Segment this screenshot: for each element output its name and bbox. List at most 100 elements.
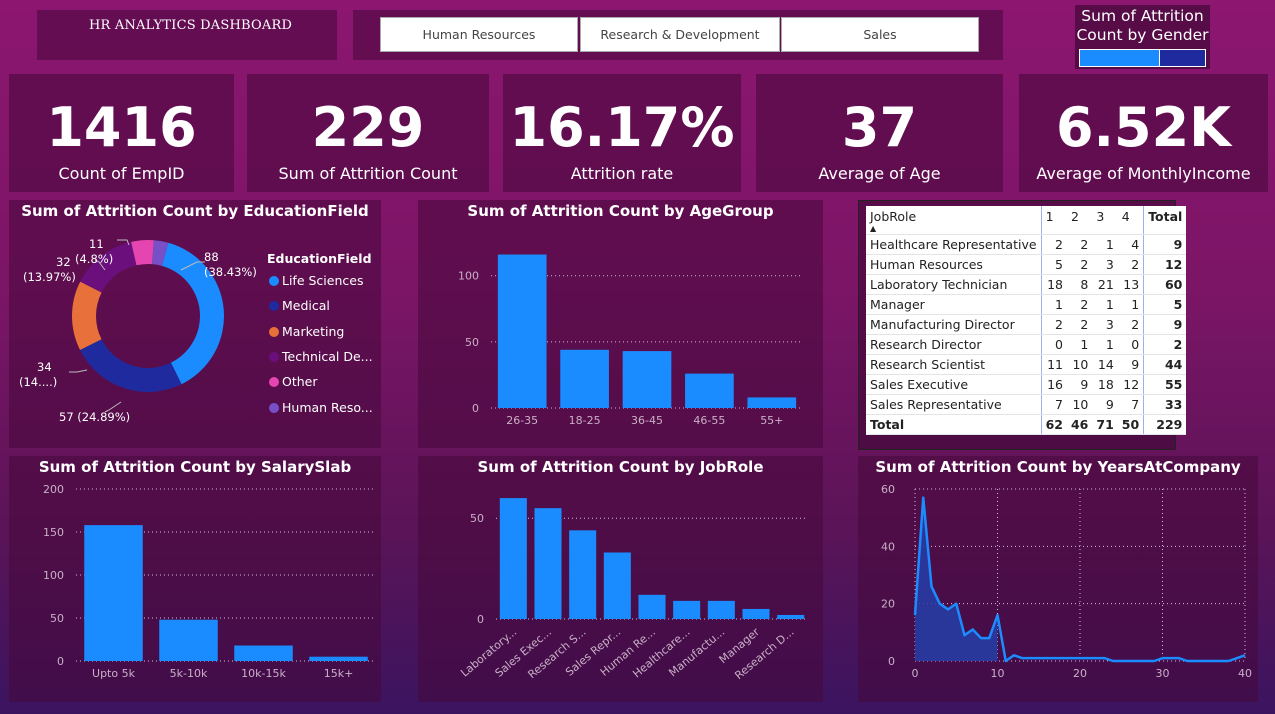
- value-cell: 2: [1066, 254, 1093, 275]
- area-fill[interactable]: [915, 497, 998, 661]
- table-row[interactable]: Laboratory Technician 18 8 21 13 60: [866, 274, 1187, 295]
- jobrole-matrix-table: JobRole ▲ 1 2 3 4 Total Healthcare Repres…: [866, 206, 1187, 435]
- kpi-label: Count of EmpID: [58, 164, 185, 183]
- donut-label-percent: (13.97%): [23, 270, 76, 284]
- total-cell: 33: [1143, 394, 1187, 415]
- agegroup-bar-chart[interactable]: 0 50 100 26-35 18-25 36-45 46-55 55+: [418, 200, 823, 448]
- table-row[interactable]: Research Director 0 1 1 0 2: [866, 334, 1187, 355]
- slicer-sales[interactable]: Sales: [781, 17, 979, 52]
- table-row[interactable]: Manager 1 2 1 1 5: [866, 294, 1187, 315]
- bar-10k-15k[interactable]: [234, 645, 293, 661]
- value-cell: 14: [1092, 354, 1118, 375]
- table-row[interactable]: Research Scientist 11 10 14 9 44: [866, 354, 1187, 375]
- bar-26-35[interactable]: [497, 254, 547, 408]
- column-header-3[interactable]: 3: [1092, 206, 1118, 235]
- total-cell: 9: [1143, 314, 1187, 335]
- legend-item-life-sciences[interactable]: Life Sciences: [269, 273, 363, 288]
- table-total-row[interactable]: Total 62 46 71 50 229: [866, 413, 1187, 435]
- legend-item-marketing[interactable]: Marketing: [269, 324, 344, 339]
- slicer-research-development[interactable]: Research & Development: [580, 17, 780, 52]
- column-header-4[interactable]: 4: [1117, 206, 1145, 235]
- kpi-card-attrition-count[interactable]: 229 Sum of Attrition Count: [247, 74, 489, 192]
- kpi-card-attrition-rate[interactable]: 16.17% Attrition rate: [503, 74, 741, 192]
- value-cell: 5: [1041, 254, 1067, 275]
- donut-slice-marketing[interactable]: [71, 281, 102, 351]
- legend-dot: [269, 351, 279, 362]
- value-cell: 7: [1041, 394, 1067, 415]
- total-cell: 9: [1143, 234, 1187, 255]
- x-tick-label: 40: [1238, 667, 1252, 680]
- donut-leader-line[interactable]: [69, 369, 88, 373]
- column-header-2[interactable]: 2: [1066, 206, 1093, 235]
- bar-sales-repr-[interactable]: [603, 552, 631, 620]
- x-tick-label: 20: [1073, 667, 1087, 680]
- table-row[interactable]: Healthcare Representative 2 2 1 4 9: [866, 234, 1187, 255]
- y-tick-label: 0: [57, 655, 64, 668]
- value-cell: 8: [1066, 274, 1093, 295]
- row-header-cell: Human Resources: [866, 254, 1042, 275]
- value-cell: 1: [1092, 234, 1118, 255]
- legend-item-other[interactable]: Other: [269, 374, 318, 389]
- kpi-label: Sum of Attrition Count: [278, 164, 458, 183]
- bar-healthcare-[interactable]: [673, 600, 701, 619]
- bar-15k-[interactable]: [309, 656, 368, 661]
- donut-label-value: 32: [56, 255, 71, 269]
- column-header-jobrole[interactable]: JobRole ▲: [866, 206, 1042, 235]
- legend-dot: [269, 300, 279, 311]
- kpi-label: Average of Age: [818, 164, 941, 183]
- x-tick-label: 55+: [760, 414, 783, 427]
- bar-18-25[interactable]: [560, 349, 609, 408]
- bar-manufactu-[interactable]: [707, 600, 735, 619]
- table-row[interactable]: Sales Executive 16 9 18 12 55: [866, 374, 1187, 395]
- x-tick-label: 5k-10k: [170, 667, 208, 680]
- value-cell: 2: [1041, 314, 1067, 335]
- jobrole-chart-panel: Sum of Attrition Count by JobRole 0 50 Lab…: [418, 456, 823, 702]
- bar-sales-exec-[interactable]: [534, 508, 562, 619]
- bar-research-d-[interactable]: [777, 614, 805, 619]
- bar-research-s-[interactable]: [569, 530, 597, 619]
- kpi-card-average-age[interactable]: 37 Average of Age: [756, 74, 1003, 192]
- legend-item-technical-degree[interactable]: Technical De...: [269, 349, 373, 364]
- row-header-cell: Research Director: [866, 334, 1042, 355]
- value-cell: 9: [1092, 394, 1118, 415]
- yearsatcompany-area-chart[interactable]: 0 20 40 60 0 10 20 30 40: [858, 456, 1258, 702]
- kpi-card-monthly-income[interactable]: 6.52K Average of MonthlyIncome: [1019, 74, 1268, 192]
- sort-arrow-icon[interactable]: ▲: [870, 225, 1037, 233]
- jobrole-bar-chart[interactable]: 050Laboratory...Sales Exec...Research S.…: [418, 456, 823, 702]
- bar-5k-10k[interactable]: [159, 619, 218, 661]
- bar-55-[interactable]: [747, 397, 797, 408]
- gender-bar[interactable]: [1079, 49, 1206, 67]
- table-row[interactable]: Human Resources 5 2 3 2 12: [866, 254, 1187, 275]
- value-cell: 2: [1117, 314, 1145, 335]
- legend-item-human-resources[interactable]: Human Reso...: [269, 400, 373, 415]
- donut-label-technical: 32 (13.97%): [23, 255, 76, 285]
- column-header-total[interactable]: Total: [1143, 206, 1187, 235]
- y-tick-label: 100: [458, 270, 479, 283]
- donut-label-other-value: 11: [89, 237, 104, 251]
- slicer-human-resources[interactable]: Human Resources: [380, 17, 578, 52]
- legend-item-medical[interactable]: Medical: [269, 298, 330, 313]
- value-cell: 1: [1117, 294, 1145, 315]
- x-tick-label: 46-55: [693, 414, 725, 427]
- kpi-value: 229: [311, 96, 425, 159]
- bar-36-45[interactable]: [622, 351, 672, 408]
- gender-bar-segment-2[interactable]: [1158, 50, 1205, 66]
- donut-slice-medical[interactable]: [80, 339, 182, 392]
- bar-human-re-[interactable]: [638, 594, 666, 619]
- column-header-1[interactable]: 1: [1041, 206, 1067, 235]
- value-cell: 2: [1041, 234, 1067, 255]
- kpi-card-empid[interactable]: 1416 Count of EmpID: [9, 74, 234, 192]
- kpi-value: 6.52K: [1055, 96, 1232, 159]
- bar-upto-5k[interactable]: [84, 525, 143, 661]
- bar-manager[interactable]: [742, 608, 770, 619]
- bar-46-55[interactable]: [685, 373, 734, 408]
- salaryslab-chart-panel: Sum of Attrition Count by SalarySlab 0 50…: [9, 456, 381, 702]
- y-tick-label: 150: [43, 526, 64, 539]
- table-row[interactable]: Manufacturing Director 2 2 3 2 9: [866, 314, 1187, 335]
- table-row[interactable]: Sales Representative 7 10 9 7 33: [866, 394, 1187, 415]
- salaryslab-bar-chart[interactable]: 0 50 100 150 200 Upto 5k 5k-10k 10k-15k 15k+: [9, 456, 381, 702]
- bar-laboratory-[interactable]: [499, 498, 527, 619]
- donut-label-value: 88: [204, 250, 219, 264]
- y-tick-label: 40: [881, 540, 895, 553]
- gender-bar-segment-1[interactable]: [1080, 50, 1159, 66]
